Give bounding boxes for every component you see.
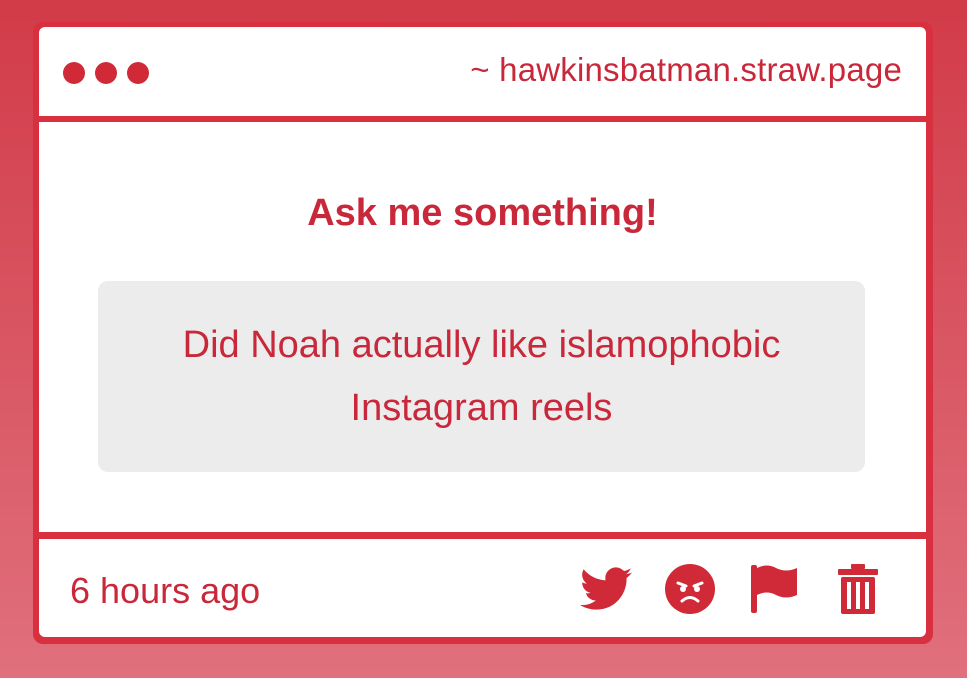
page-url[interactable]: ~ hawkinsbatman.straw.page [470, 51, 902, 89]
window-dot-1 [63, 62, 85, 84]
angry-face-icon[interactable] [664, 563, 716, 615]
page-title: Ask me something! [307, 192, 658, 234]
trash-icon[interactable] [832, 563, 884, 615]
window-dot-3 [127, 62, 149, 84]
question-text: Did Noah actually like islamophobic Inst… [182, 323, 781, 429]
question-body: Ask me something! Did Noah actually like… [39, 122, 926, 532]
window-dot-2 [95, 62, 117, 84]
window-controls [63, 62, 149, 84]
question-box: Did Noah actually like islamophobic Inst… [98, 281, 865, 472]
question-card: ~ hawkinsbatman.straw.page Ask me someth… [33, 22, 933, 644]
action-icons [580, 563, 884, 615]
flag-icon[interactable] [748, 563, 800, 615]
twitter-icon[interactable] [580, 563, 632, 615]
window-titlebar: ~ hawkinsbatman.straw.page [39, 27, 926, 116]
timestamp: 6 hours ago [70, 570, 261, 611]
card-footer: 6 hours ago [39, 539, 926, 637]
